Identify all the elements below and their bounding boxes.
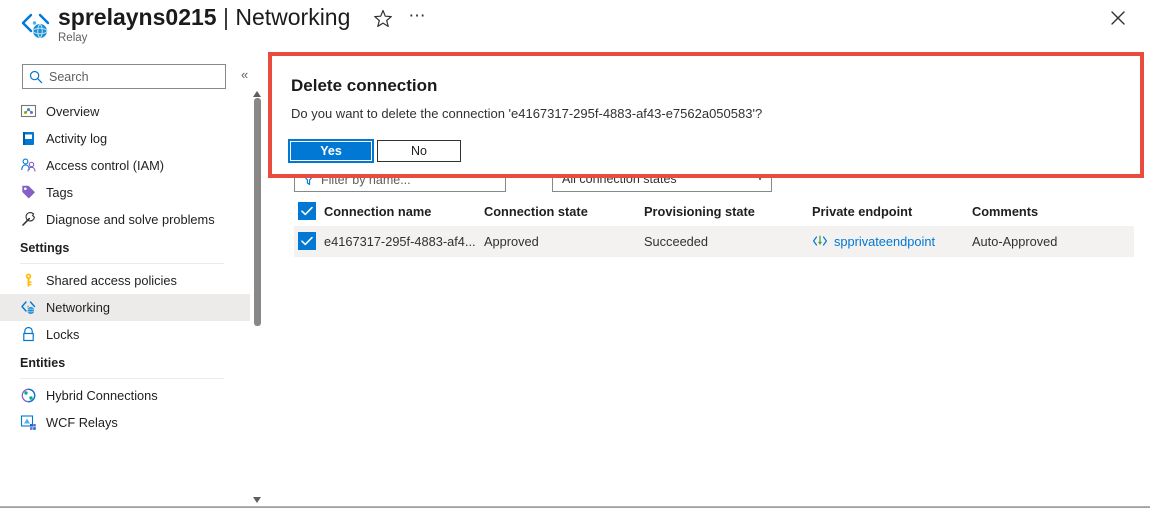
- sidebar-item-label: Tags: [46, 185, 74, 200]
- relay-networking-icon: [18, 8, 52, 42]
- hybrid-connections-icon: [20, 387, 37, 404]
- access-control-icon: [20, 157, 37, 174]
- dialog-message: Do you want to delete the connection 'e4…: [291, 106, 763, 121]
- divider: [20, 263, 224, 264]
- chevron-double-left-icon[interactable]: «: [241, 68, 248, 82]
- scroll-down-arrow-icon[interactable]: [252, 492, 262, 503]
- ellipsis-icon[interactable]: ⋯: [405, 7, 429, 31]
- lock-icon: [20, 326, 37, 343]
- table-row[interactable]: e4167317-295f-4883-af4... Approved Succe…: [294, 226, 1134, 257]
- page-subtitle: Relay: [58, 32, 88, 44]
- cell-private-endpoint[interactable]: spprivateendpoint: [834, 226, 935, 257]
- select-all-checkbox[interactable]: [298, 202, 316, 220]
- sidebar-search[interactable]: [22, 64, 226, 89]
- column-header-comments[interactable]: Comments: [972, 196, 1038, 226]
- sidebar-item-hybrid-connections[interactable]: Hybrid Connections: [0, 382, 252, 409]
- divider: [20, 378, 224, 379]
- star-icon[interactable]: [371, 7, 395, 31]
- column-header-private-endpoint[interactable]: Private endpoint: [812, 196, 912, 226]
- wcf-relays-icon: [20, 414, 37, 431]
- cell-connection-state: Approved: [484, 234, 539, 249]
- sidebar-item-label: Diagnose and solve problems: [46, 212, 215, 227]
- cell-provisioning-state: Succeeded: [644, 234, 709, 249]
- private-endpoint-link[interactable]: spprivateendpoint: [834, 234, 935, 249]
- cell-comments: Auto-Approved: [972, 234, 1058, 249]
- sidebar-scrollbar[interactable]: [250, 60, 264, 504]
- search-icon: [29, 70, 43, 84]
- no-button[interactable]: No: [377, 140, 461, 162]
- sidebar-item-overview[interactable]: Overview: [0, 98, 252, 125]
- sidebar-item-label: Shared access policies: [46, 273, 177, 288]
- column-header-connection-state[interactable]: Connection state: [484, 196, 588, 226]
- sidebar-item-tags[interactable]: Tags: [0, 179, 252, 206]
- sidebar-item-access-control[interactable]: Access control (IAM): [0, 152, 252, 179]
- column-header-provisioning-state[interactable]: Provisioning state: [644, 196, 755, 226]
- sidebar-group-settings: Settings: [0, 233, 252, 267]
- bottom-divider: [0, 506, 1150, 507]
- connections-table: Connection name Connection state Provisi…: [294, 196, 1134, 257]
- page-title-resource: sprelayns0215: [58, 4, 217, 30]
- private-endpoint-icon: [812, 233, 828, 249]
- sidebar-item-label: Networking: [46, 300, 111, 315]
- table-header-row: Connection name Connection state Provisi…: [294, 196, 1134, 226]
- tags-icon: [20, 184, 37, 201]
- wrench-icon: [20, 211, 37, 228]
- blade-header: sprelayns0215 | Networking Relay ⋯: [0, 0, 1150, 52]
- sidebar-item-label: Hybrid Connections: [46, 388, 158, 403]
- yes-button[interactable]: Yes: [288, 139, 374, 163]
- sidebar-group-label: Entities: [20, 356, 66, 370]
- close-icon[interactable]: [1105, 5, 1131, 31]
- sidebar-item-activity-log[interactable]: Activity log: [0, 125, 252, 152]
- sidebar-item-label: Locks: [46, 327, 80, 342]
- sidebar-item-diagnose[interactable]: Diagnose and solve problems: [0, 206, 252, 233]
- overview-icon: [20, 103, 37, 120]
- dialog-title: Delete connection: [291, 76, 438, 95]
- sidebar-group-label: Settings: [20, 241, 70, 255]
- cell-connection-name: e4167317-295f-4883-af4...: [324, 234, 476, 249]
- sidebar-item-label: Activity log: [46, 131, 108, 146]
- delete-connection-dialog: Delete connection Do you want to delete …: [268, 52, 1144, 178]
- row-checkbox[interactable]: [298, 232, 316, 250]
- sidebar: « Overview: [0, 56, 252, 502]
- page-title: sprelayns0215 | Networking: [58, 2, 350, 32]
- networking-icon: [20, 299, 37, 316]
- sidebar-item-label: Overview: [46, 104, 100, 119]
- column-header-connection-name[interactable]: Connection name: [324, 196, 431, 226]
- activity-log-icon: [20, 130, 37, 147]
- page-title-page: Networking: [235, 4, 351, 30]
- azure-portal-blade: sprelayns0215 | Networking Relay ⋯ Searc…: [0, 0, 1150, 508]
- key-icon: [20, 272, 37, 289]
- sidebar-item-wcf-relays[interactable]: WCF Relays: [0, 409, 252, 436]
- sidebar-nav-list: Overview Activity log Access control (IA…: [0, 98, 252, 436]
- sidebar-item-shared-access-policies[interactable]: Shared access policies: [0, 267, 252, 294]
- sidebar-item-label: WCF Relays: [46, 415, 118, 430]
- page-title-separator: |: [222, 4, 229, 30]
- scroll-up-arrow-icon[interactable]: [252, 86, 262, 97]
- sidebar-item-label: Access control (IAM): [46, 158, 165, 173]
- sidebar-item-networking[interactable]: Networking: [0, 294, 252, 321]
- sidebar-group-entities: Entities: [0, 348, 252, 382]
- scrollbar-thumb[interactable]: [254, 98, 261, 326]
- scrollbar-track[interactable]: [254, 98, 261, 490]
- sidebar-item-locks[interactable]: Locks: [0, 321, 252, 348]
- search-input[interactable]: [47, 67, 219, 87]
